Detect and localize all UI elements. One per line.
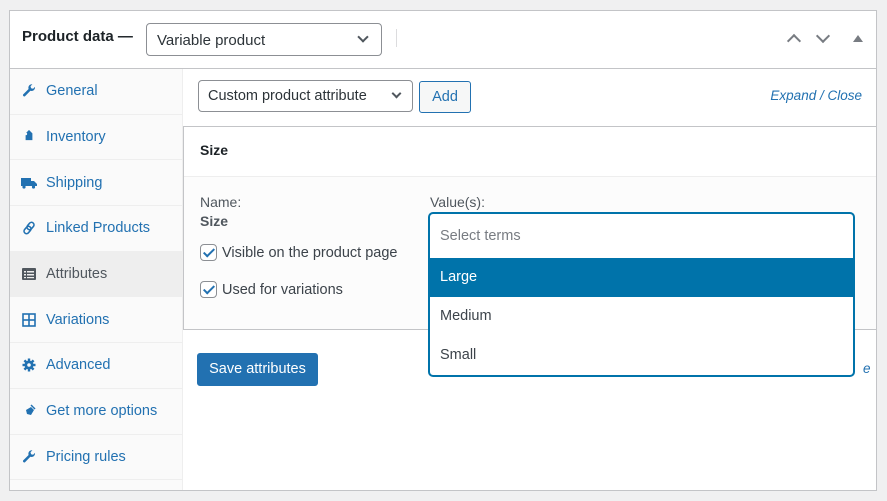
tab-label: Get more options — [46, 403, 158, 420]
tab-label: Variations — [46, 311, 110, 328]
tag-icon — [21, 129, 37, 145]
move-up-button[interactable] — [786, 31, 802, 47]
tab-label: Inventory — [46, 129, 106, 146]
product-data-tabs: General Inventory Shipping Linked Produc… — [10, 69, 183, 490]
save-attributes-button[interactable]: Save attributes — [197, 353, 318, 386]
grid-icon — [21, 312, 37, 328]
panel-title: Product data — — [22, 28, 133, 45]
wrench-icon — [21, 449, 37, 465]
tab-general[interactable]: General — [10, 69, 182, 115]
tab-label: Pricing rules — [46, 448, 126, 465]
list-icon — [21, 266, 37, 282]
product-type-value: Variable product — [157, 32, 266, 49]
visible-checkbox[interactable] — [200, 244, 217, 261]
link-icon — [21, 220, 37, 236]
gear-icon — [21, 357, 37, 373]
truck-icon — [21, 175, 37, 191]
move-down-button[interactable] — [815, 31, 831, 47]
tab-advanced[interactable]: Advanced — [10, 343, 182, 389]
separator: / — [816, 88, 828, 103]
attribute-type-value: Custom product attribute — [208, 88, 367, 104]
variations-label: Used for variations — [222, 281, 343, 298]
dropdown-option[interactable]: Large — [430, 258, 853, 297]
dropdown-option[interactable]: Small — [430, 336, 853, 375]
panel-header: Product data — Variable product — [10, 11, 876, 69]
plugin-icon — [21, 403, 37, 419]
close-link[interactable]: Close — [827, 88, 862, 103]
tab-inventory[interactable]: Inventory — [10, 115, 182, 161]
dropdown-option[interactable]: Medium — [430, 297, 853, 336]
values-label: Value(s): — [430, 194, 485, 210]
tab-get-more-options[interactable]: Get more options — [10, 389, 182, 435]
add-attribute-button[interactable]: Add — [419, 81, 471, 113]
collapse-toggle-button[interactable] — [852, 33, 868, 49]
expand-close-links-bottom-fragment: e — [863, 361, 871, 376]
tab-pricing-rules[interactable]: Pricing rules — [10, 435, 182, 481]
attribute-type-select[interactable]: Custom product attribute — [198, 80, 413, 112]
chevron-down-icon — [357, 31, 369, 43]
name-value: Size — [200, 213, 229, 229]
visible-label: Visible on the product page — [222, 244, 398, 261]
tab-label: Attributes — [46, 266, 108, 283]
wrench-icon — [21, 83, 37, 99]
variations-checkbox[interactable] — [200, 281, 217, 298]
expand-close-links: Expand / Close — [770, 88, 862, 103]
tab-shipping[interactable]: Shipping — [10, 160, 182, 207]
header-divider — [396, 29, 397, 47]
product-type-select[interactable]: Variable product — [146, 23, 382, 56]
visible-on-product-page-row[interactable]: Visible on the product page — [200, 244, 397, 261]
tab-linked-products[interactable]: Linked Products — [10, 206, 182, 252]
tab-label: General — [46, 83, 98, 100]
values-dropdown[interactable]: Select terms Large Medium Small — [428, 212, 855, 377]
attribute-title[interactable]: Size — [184, 127, 876, 177]
expand-link[interactable]: Expand — [770, 88, 816, 103]
used-for-variations-row[interactable]: Used for variations — [200, 281, 343, 298]
chevron-down-icon — [391, 88, 402, 99]
tab-label: Shipping — [46, 174, 103, 191]
tab-variations[interactable]: Variations — [10, 297, 182, 344]
tab-label: Linked Products — [46, 220, 150, 237]
tab-attributes[interactable]: Attributes — [10, 251, 182, 298]
terms-search-input[interactable]: Select terms — [430, 214, 853, 258]
tab-label: Advanced — [46, 357, 111, 374]
name-label: Name: — [200, 194, 242, 210]
